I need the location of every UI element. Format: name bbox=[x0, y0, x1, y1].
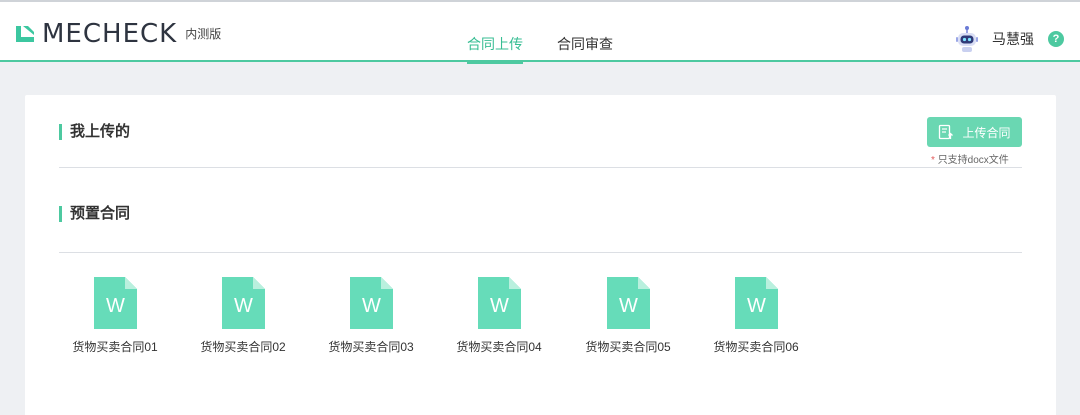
file-item[interactable]: W 货物买卖合同03 bbox=[311, 277, 431, 354]
word-file-icon: W bbox=[477, 277, 521, 329]
file-item[interactable]: W 货物买卖合同02 bbox=[183, 277, 303, 354]
upload-hint-text: 只支持docx文件 bbox=[937, 155, 1009, 166]
word-file-icon: W bbox=[221, 277, 265, 329]
file-name: 货物买卖合同02 bbox=[200, 340, 286, 354]
file-item[interactable]: W 货物买卖合同06 bbox=[696, 277, 816, 354]
file-name: 货物买卖合同03 bbox=[328, 340, 414, 354]
file-item[interactable]: W 货物买卖合同04 bbox=[439, 277, 559, 354]
svg-text:W: W bbox=[619, 295, 638, 317]
top-header: MECHECK 内测版 合同上传 合同审查 马慧强 ? bbox=[0, 2, 1080, 64]
section-title-preset: 预置合同 bbox=[59, 206, 130, 222]
word-file-icon: W bbox=[93, 277, 137, 329]
word-file-icon: W bbox=[606, 277, 650, 329]
svg-text:W: W bbox=[106, 295, 125, 317]
section-title-my-uploads: 我上传的 bbox=[59, 124, 130, 140]
logo-text: MECHECK bbox=[42, 19, 178, 49]
preset-file-list: W 货物买卖合同01 W 货物买卖合同02 W 货物买卖合同03 W 货物买卖合… bbox=[25, 277, 1056, 367]
upload-hint: * 只支持docx文件 bbox=[931, 151, 1009, 166]
content-card: 我上传的 上传合同 * 只支持docx文件 预置合同 W 货物买卖合同01 W … bbox=[25, 95, 1056, 415]
svg-text:W: W bbox=[490, 295, 509, 317]
logo-mark-icon bbox=[16, 26, 34, 42]
help-icon[interactable]: ? bbox=[1048, 31, 1064, 47]
user-area: 马慧强 ? bbox=[952, 24, 1064, 54]
svg-text:W: W bbox=[234, 295, 253, 317]
logo[interactable]: MECHECK 内测版 bbox=[14, 21, 221, 47]
robot-avatar-icon[interactable] bbox=[952, 24, 982, 54]
upload-button-label: 上传合同 bbox=[962, 125, 1011, 140]
divider-my-uploads bbox=[59, 167, 1022, 168]
tab-contract-upload[interactable]: 合同上传 bbox=[467, 4, 523, 64]
file-item[interactable]: W 货物买卖合同05 bbox=[568, 277, 688, 354]
file-name: 货物买卖合同01 bbox=[72, 340, 158, 354]
upload-contract-button[interactable]: 上传合同 bbox=[927, 117, 1022, 147]
svg-text:W: W bbox=[362, 295, 381, 317]
tab-contract-review[interactable]: 合同审查 bbox=[557, 4, 613, 62]
file-item[interactable]: W 货物买卖合同01 bbox=[55, 277, 175, 354]
word-file-icon: W bbox=[349, 277, 393, 329]
main-nav: 合同上传 合同审查 bbox=[467, 4, 647, 64]
word-file-icon: W bbox=[734, 277, 778, 329]
file-name: 货物买卖合同04 bbox=[456, 340, 542, 354]
username: 马慧强 bbox=[992, 31, 1034, 47]
divider-preset bbox=[59, 252, 1022, 253]
file-name: 货物买卖合同06 bbox=[713, 340, 799, 354]
required-star: * bbox=[931, 155, 935, 166]
upload-document-icon bbox=[939, 124, 954, 140]
svg-text:W: W bbox=[747, 295, 766, 317]
edition-label: 内测版 bbox=[185, 27, 222, 41]
file-name: 货物买卖合同05 bbox=[585, 340, 671, 354]
